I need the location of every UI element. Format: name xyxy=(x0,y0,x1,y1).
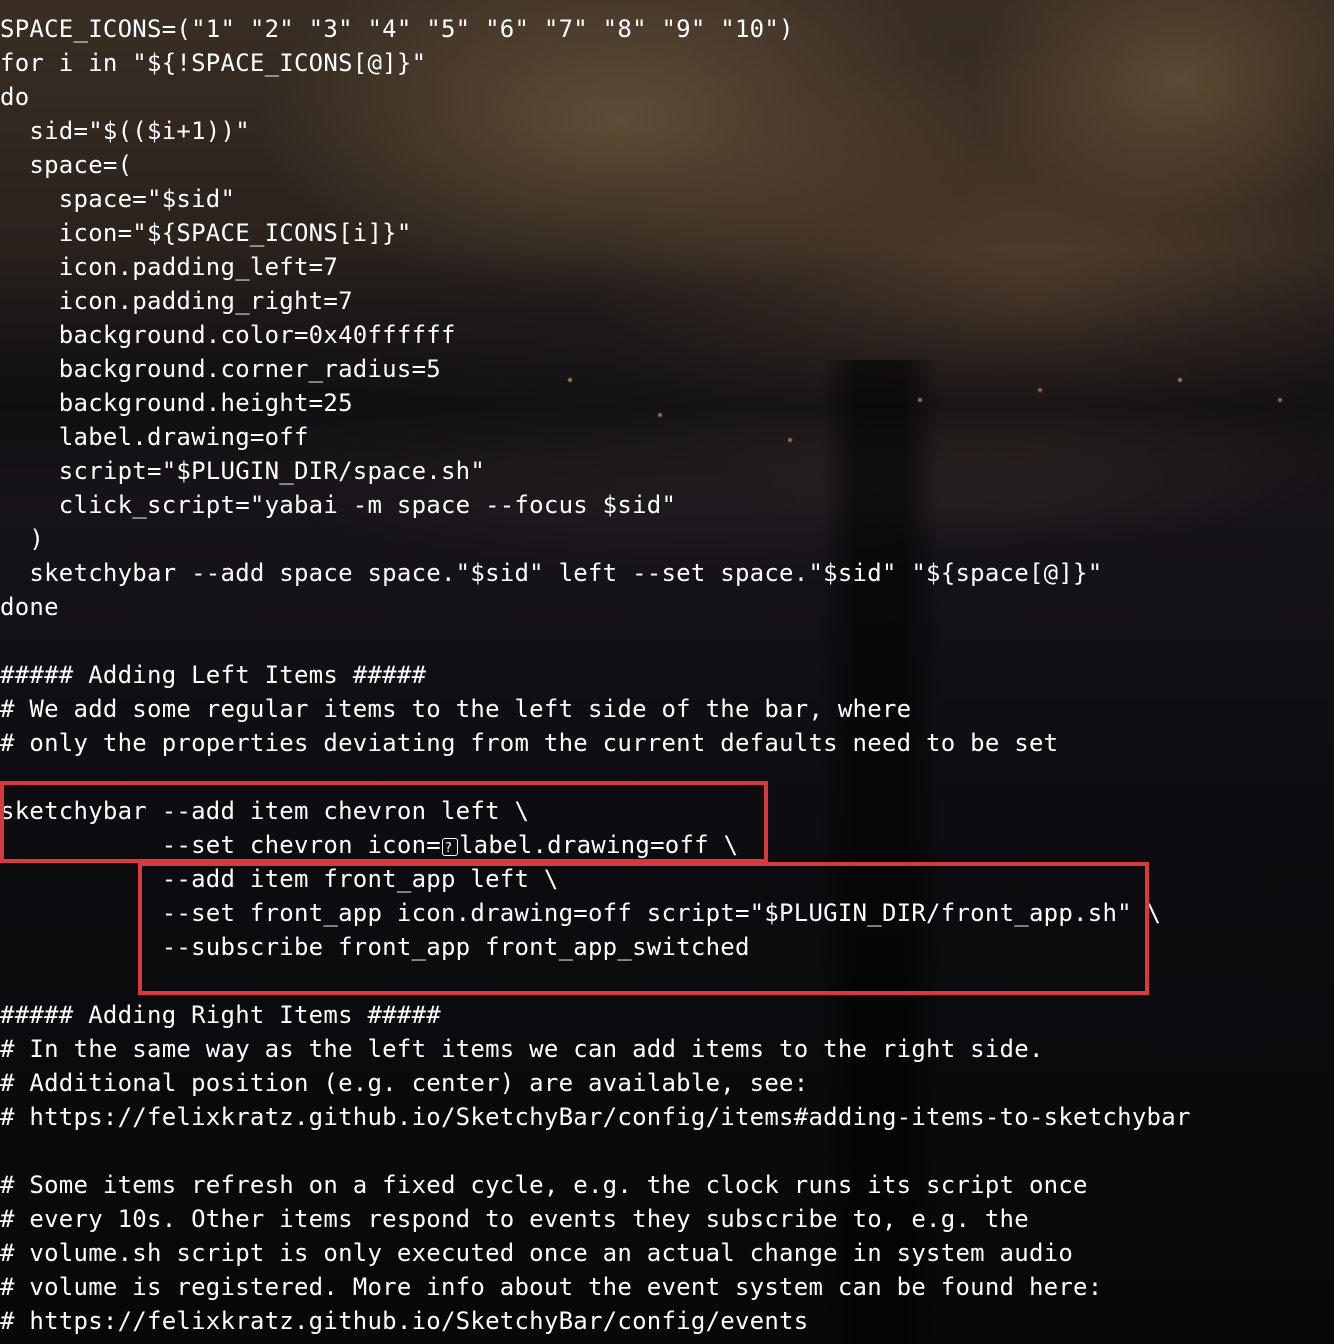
code-line: done xyxy=(0,593,59,621)
code-comment-link: # https://felixkratz.github.io/SketchyBa… xyxy=(0,1307,809,1335)
code-line: background.corner_radius=5 xyxy=(0,355,441,383)
code-line: for i in "${!SPACE_ICONS[@]}" xyxy=(0,49,427,77)
code-line: ) xyxy=(0,525,45,553)
terminal-code-view: SPACE_ICONS=("1" "2" "3" "4" "5" "6" "7"… xyxy=(0,12,1191,1338)
code-line: icon.padding_right=7 xyxy=(0,287,353,315)
code-line: sketchybar --add space space."$sid" left… xyxy=(0,559,1103,587)
code-comment-link: # https://felixkratz.github.io/SketchyBa… xyxy=(0,1103,1191,1131)
highlight-box-chevron xyxy=(0,781,768,863)
section-heading: ##### Adding Left Items ##### xyxy=(0,661,427,689)
code-line: label.drawing=off xyxy=(0,423,309,451)
code-line: script="$PLUGIN_DIR/space.sh" xyxy=(0,457,486,485)
code-comment: # In the same way as the left items we c… xyxy=(0,1035,1044,1063)
code-comment: # Additional position (e.g. center) are … xyxy=(0,1069,809,1097)
code-line: SPACE_ICONS=("1" "2" "3" "4" "5" "6" "7"… xyxy=(0,15,794,43)
highlight-box-front-app xyxy=(138,862,1149,995)
code-line: background.color=0x40ffffff xyxy=(0,321,456,349)
code-comment: # every 10s. Other items respond to even… xyxy=(0,1205,1029,1233)
code-line: icon="${SPACE_ICONS[i]}" xyxy=(0,219,412,247)
code-comment: # We add some regular items to the left … xyxy=(0,695,912,723)
code-comment: # Some items refresh on a fixed cycle, e… xyxy=(0,1171,1088,1199)
code-line: background.height=25 xyxy=(0,389,353,417)
code-comment: # volume is registered. More info about … xyxy=(0,1273,1103,1301)
code-line: do xyxy=(0,83,30,111)
code-line: click_script="yabai -m space --focus $si… xyxy=(0,491,677,519)
code-line: space="$sid" xyxy=(0,185,236,213)
code-line: icon.padding_left=7 xyxy=(0,253,339,281)
code-line: sid="$(($i+1))" xyxy=(0,117,250,145)
code-comment: # volume.sh script is only executed once… xyxy=(0,1239,1074,1267)
code-line: space=( xyxy=(0,151,133,179)
section-heading: ##### Adding Right Items ##### xyxy=(0,1001,441,1029)
code-comment: # only the properties deviating from the… xyxy=(0,729,1059,757)
